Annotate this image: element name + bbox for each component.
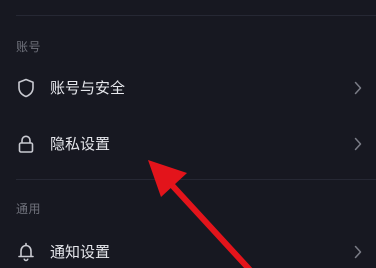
chevron-right-icon <box>352 244 364 260</box>
section-divider <box>16 179 376 180</box>
bell-icon <box>16 242 36 262</box>
settings-screen: 账号 账号与安全 隐私设置 通用 通知设置 <box>0 0 376 268</box>
section-header-general: 通用 <box>16 202 42 216</box>
chevron-right-icon <box>352 136 364 152</box>
settings-item-label: 隐私设置 <box>50 135 111 153</box>
settings-item-notifications[interactable]: 通知设置 <box>0 228 376 268</box>
settings-item-label: 账号与安全 <box>50 79 126 97</box>
settings-item-label: 通知设置 <box>50 243 111 261</box>
chevron-right-icon <box>352 80 364 96</box>
lock-icon <box>16 134 36 154</box>
shield-icon <box>16 78 36 98</box>
section-header-account: 账号 <box>16 40 42 54</box>
top-divider <box>16 15 376 16</box>
settings-item-privacy[interactable]: 隐私设置 <box>0 120 376 168</box>
settings-item-account-security[interactable]: 账号与安全 <box>0 64 376 112</box>
